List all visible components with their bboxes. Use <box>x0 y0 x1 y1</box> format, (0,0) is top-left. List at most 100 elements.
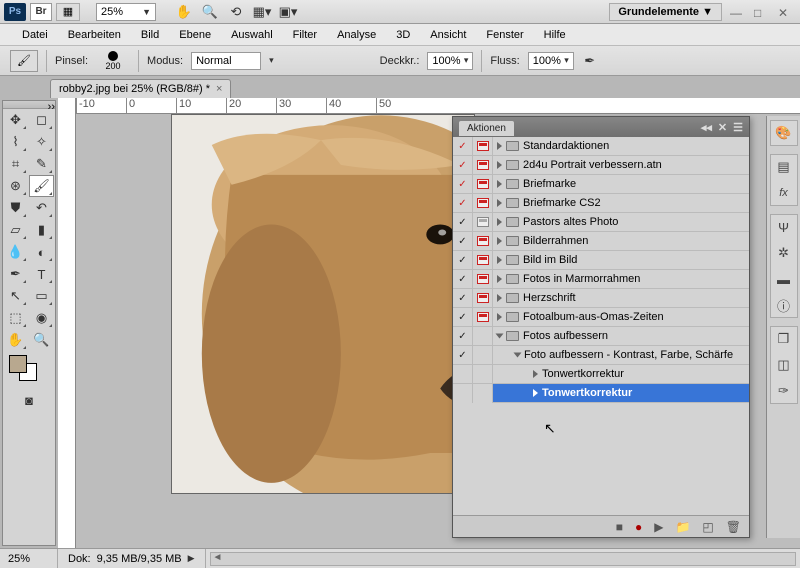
arrange-docs-icon[interactable]: ▦▾ <box>254 4 270 20</box>
action-row[interactable]: Herzschrift <box>453 289 749 308</box>
mini-bridge-button[interactable]: ▦ <box>56 3 80 21</box>
maximize-button[interactable]: □ <box>754 6 770 18</box>
color-panel-icon[interactable]: 🎨 <box>775 125 793 141</box>
disclosure-triangle-icon[interactable] <box>497 294 502 302</box>
close-button[interactable]: ✕ <box>778 6 794 18</box>
rotate-view-icon[interactable]: ⟲ <box>228 4 244 20</box>
action-row[interactable]: Pastors altes Photo <box>453 213 749 232</box>
action-row[interactable]: Briefmarke CS2 <box>453 194 749 213</box>
disclosure-triangle-icon[interactable] <box>533 370 538 378</box>
disclosure-triangle-icon[interactable] <box>497 256 502 264</box>
dialog-toggle-icon[interactable] <box>477 141 489 151</box>
action-row[interactable]: Bild im Bild <box>453 251 749 270</box>
disclosure-triangle-icon[interactable] <box>497 275 502 283</box>
disclosure-triangle-icon[interactable] <box>497 142 502 150</box>
current-tool-preset[interactable]: 🖌 <box>10 50 38 72</box>
quick-mask-button[interactable]: ◙ <box>17 389 42 411</box>
info-panel-icon[interactable]: ⓘ <box>775 297 793 313</box>
document-canvas[interactable] <box>171 114 475 494</box>
dialog-toggle-icon[interactable] <box>477 274 489 284</box>
color-swatches[interactable] <box>3 351 55 385</box>
toggle-checkmark[interactable] <box>458 330 466 342</box>
document-tab[interactable]: robby2.jpg bei 25% (RGB/8#) * × <box>50 79 231 98</box>
menu-bearbeiten[interactable]: Bearbeiten <box>58 26 131 44</box>
action-row[interactable]: Fotos in Marmorrahmen <box>453 270 749 289</box>
action-row[interactable]: Standardaktionen <box>453 137 749 156</box>
lasso-tool[interactable]: ⌇ <box>3 131 28 153</box>
workspace-dropdown[interactable]: Grundelemente ▼ <box>609 3 722 21</box>
panel-close-icon[interactable]: ✕ <box>718 121 727 134</box>
navigator-panel-icon[interactable]: ✲ <box>775 245 793 261</box>
actions-tab[interactable]: Aktionen <box>459 121 514 136</box>
magic-wand-tool[interactable]: ✧ <box>29 131 54 153</box>
toggle-checkmark[interactable] <box>458 254 466 266</box>
dialog-toggle-icon[interactable] <box>477 312 489 322</box>
blend-mode-dropdown[interactable]: Normal <box>191 52 261 70</box>
toggle-checkmark[interactable] <box>458 311 466 323</box>
menu-ebene[interactable]: Ebene <box>169 26 221 44</box>
dialog-toggle-icon[interactable] <box>477 293 489 303</box>
action-row[interactable]: Tonwertkorrektur <box>453 384 749 403</box>
action-row[interactable]: Fotos aufbessern <box>453 327 749 346</box>
clone-stamp-tool[interactable]: ⛊ <box>3 197 28 219</box>
action-row[interactable]: 2d4u Portrait verbessern.atn <box>453 156 749 175</box>
opacity-field[interactable]: 100%▾ <box>427 52 473 70</box>
disclosure-triangle-icon[interactable] <box>496 334 504 339</box>
horizontal-scrollbar[interactable] <box>210 552 796 566</box>
history-brush-tool[interactable]: ↶ <box>29 197 54 219</box>
minimize-button[interactable]: — <box>730 6 746 18</box>
menu-auswahl[interactable]: Auswahl <box>221 26 283 44</box>
status-zoom[interactable]: 25% <box>0 549 58 568</box>
new-action-button[interactable]: ◰ <box>702 520 713 534</box>
shape-tool[interactable]: ▭ <box>29 285 54 307</box>
action-row[interactable]: Bilderrahmen <box>453 232 749 251</box>
disclosure-triangle-icon[interactable] <box>533 389 538 397</box>
dodge-tool[interactable]: ◐ <box>29 241 54 263</box>
paths-panel-icon[interactable]: ✑ <box>775 383 793 399</box>
menu-datei[interactable]: Datei <box>12 26 58 44</box>
zoom-dropdown[interactable]: 25% ▼ <box>96 3 156 21</box>
toggle-checkmark[interactable] <box>458 273 466 285</box>
record-button[interactable]: ● <box>635 520 642 534</box>
action-row[interactable]: Tonwertkorrektur <box>453 365 749 384</box>
actions-list[interactable]: Standardaktionen2d4u Portrait verbessern… <box>453 137 749 515</box>
menu-hilfe[interactable]: Hilfe <box>534 26 576 44</box>
path-select-tool[interactable]: ↖ <box>3 285 28 307</box>
disclosure-triangle-icon[interactable] <box>497 237 502 245</box>
brush-preset-picker[interactable]: 200 <box>96 48 130 74</box>
dialog-toggle-icon[interactable] <box>477 198 489 208</box>
new-set-button[interactable]: 📁 <box>675 520 690 534</box>
panel-menu-icon[interactable]: ☰ <box>733 121 743 134</box>
dialog-toggle-icon[interactable] <box>477 236 489 246</box>
styles-panel-icon[interactable]: fx <box>775 185 793 201</box>
bridge-logo-icon[interactable]: Br <box>30 3 52 21</box>
status-doc-size[interactable]: Dok: 9,35 MB/9,35 MB ▶ <box>58 549 206 568</box>
histogram-panel-icon[interactable]: ▬ <box>775 271 793 287</box>
disclosure-triangle-icon[interactable] <box>497 161 502 169</box>
menu-fenster[interactable]: Fenster <box>476 26 533 44</box>
healing-brush-tool[interactable]: ⊛ <box>3 175 28 197</box>
toggle-checkmark[interactable] <box>458 178 466 190</box>
pen-tool[interactable]: ✒ <box>3 263 28 285</box>
menu-ansicht[interactable]: Ansicht <box>420 26 476 44</box>
menu-bild[interactable]: Bild <box>131 26 169 44</box>
toggle-checkmark[interactable] <box>458 140 466 152</box>
action-row[interactable]: Briefmarke <box>453 175 749 194</box>
menu-3d[interactable]: 3D <box>386 26 420 44</box>
action-row[interactable]: Fotoalbum-aus-Omas-Zeiten <box>453 308 749 327</box>
disclosure-triangle-icon[interactable] <box>497 180 502 188</box>
zoom-tool[interactable]: 🔍 <box>29 329 54 351</box>
disclosure-triangle-icon[interactable] <box>497 313 502 321</box>
toolbox-collapse[interactable]: ›› <box>3 101 55 109</box>
disclosure-triangle-icon[interactable] <box>497 199 502 207</box>
disclosure-triangle-icon[interactable] <box>514 353 522 358</box>
crop-tool[interactable]: ⌗ <box>3 153 28 175</box>
horizontal-ruler[interactable]: -1001020304050 <box>76 98 800 114</box>
hand-tool-icon[interactable]: ✋ <box>176 4 192 20</box>
eraser-tool[interactable]: ▱ <box>3 219 28 241</box>
toggle-checkmark[interactable] <box>458 216 466 228</box>
panel-collapse-icon[interactable]: ◂◂ <box>701 121 712 134</box>
toggle-checkmark[interactable] <box>458 292 466 304</box>
menu-filter[interactable]: Filter <box>283 26 327 44</box>
adjustments-panel-icon[interactable]: ▤ <box>775 159 793 175</box>
